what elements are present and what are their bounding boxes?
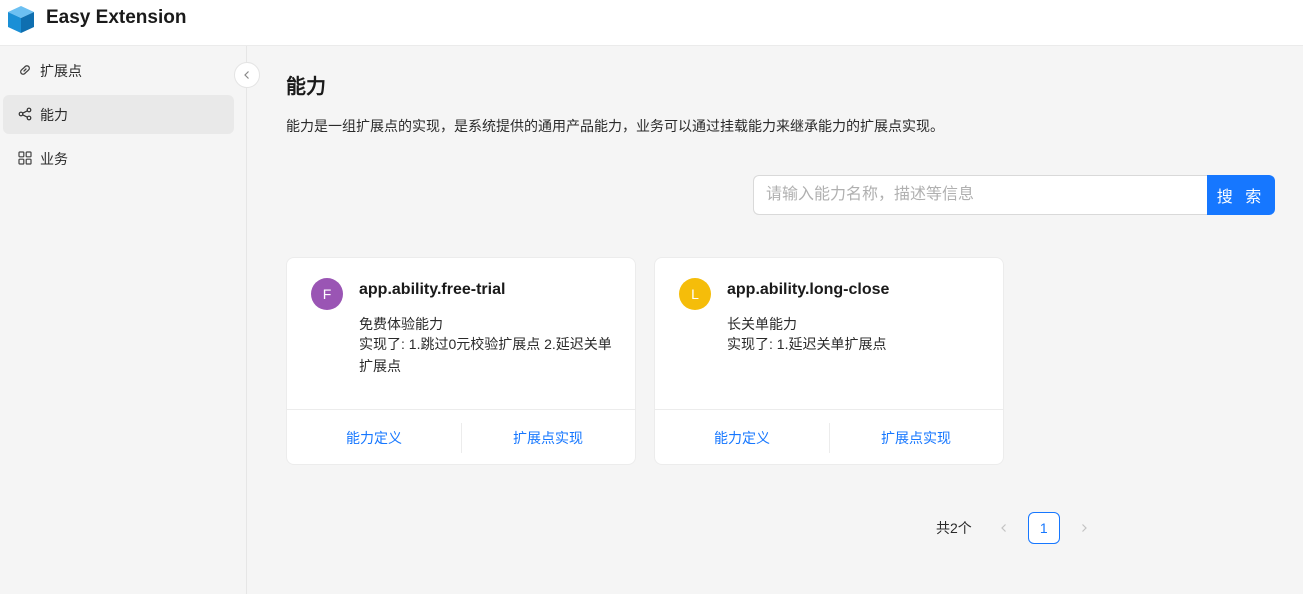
chevron-right-icon [1081, 524, 1087, 532]
app-title: Easy Extension [46, 7, 187, 28]
ability-definition-link[interactable]: 能力定义 [287, 410, 461, 465]
pagination-total: 共2个 [936, 520, 972, 536]
page-title: 能力 [286, 76, 326, 98]
link-icon [20, 65, 30, 75]
ability-description: 免费体验能力 [359, 316, 443, 332]
page-description: 能力是一组扩展点的实现，是系统提供的通用产品能力，业务可以通过挂载能力来继承能力… [286, 118, 944, 134]
extension-impl-link[interactable]: 扩展点实现 [829, 410, 1003, 465]
cube-logo-icon [8, 6, 34, 33]
ability-card: L app.ability.long-close 长关单能力 实现了: 1.延迟… [654, 257, 1004, 465]
ability-name: app.ability.free-trial [359, 281, 506, 298]
page-number-current[interactable]: 1 [1027, 512, 1060, 544]
chevron-left-icon [244, 71, 249, 79]
ability-card: F app.ability.free-trial 免费体验能力 实现了: 1.跳… [286, 257, 636, 465]
next-page-button[interactable] [1068, 512, 1100, 544]
ability-implementations: 实现了: 1.延迟关单扩展点 [727, 336, 887, 352]
search-input[interactable] [753, 175, 1208, 215]
card-actions: 能力定义 扩展点实现 [655, 409, 1003, 465]
sidebar-item-label: 能力 [40, 106, 68, 123]
extension-impl-link[interactable]: 扩展点实现 [461, 410, 635, 465]
main-content: 能力 能力是一组扩展点的实现，是系统提供的通用产品能力，业务可以通过挂载能力来继… [248, 46, 1303, 594]
sidebar-item-label: 扩展点 [40, 62, 82, 79]
avatar: F [311, 278, 343, 310]
pagination: 共2个 1 [936, 512, 1100, 544]
prev-page-button[interactable] [988, 512, 1020, 544]
ability-name: app.ability.long-close [727, 281, 890, 298]
sidebar: 扩展点 能力 业务 [0, 46, 247, 594]
top-bar: Easy Extension [0, 0, 1303, 46]
ability-description: 长关单能力 [727, 316, 797, 332]
sidebar-item-business[interactable]: 业务 [3, 139, 234, 178]
avatar: L [679, 278, 711, 310]
sidebar-item-abilities[interactable]: 能力 [3, 95, 234, 134]
grid-icon [18, 151, 32, 165]
ability-implementations: 实现了: 1.跳过0元校验扩展点 2.延迟关单扩展点 [359, 336, 612, 374]
sidebar-item-extension-points[interactable]: 扩展点 [3, 51, 234, 90]
share-nodes-icon [18, 107, 32, 121]
card-actions: 能力定义 扩展点实现 [287, 409, 635, 465]
sidebar-item-label: 业务 [40, 150, 68, 167]
search-button[interactable]: 搜 索 [1207, 175, 1275, 215]
chevron-left-icon [1000, 524, 1006, 532]
ability-definition-link[interactable]: 能力定义 [655, 410, 829, 465]
sidebar-collapse-button[interactable] [234, 62, 260, 88]
